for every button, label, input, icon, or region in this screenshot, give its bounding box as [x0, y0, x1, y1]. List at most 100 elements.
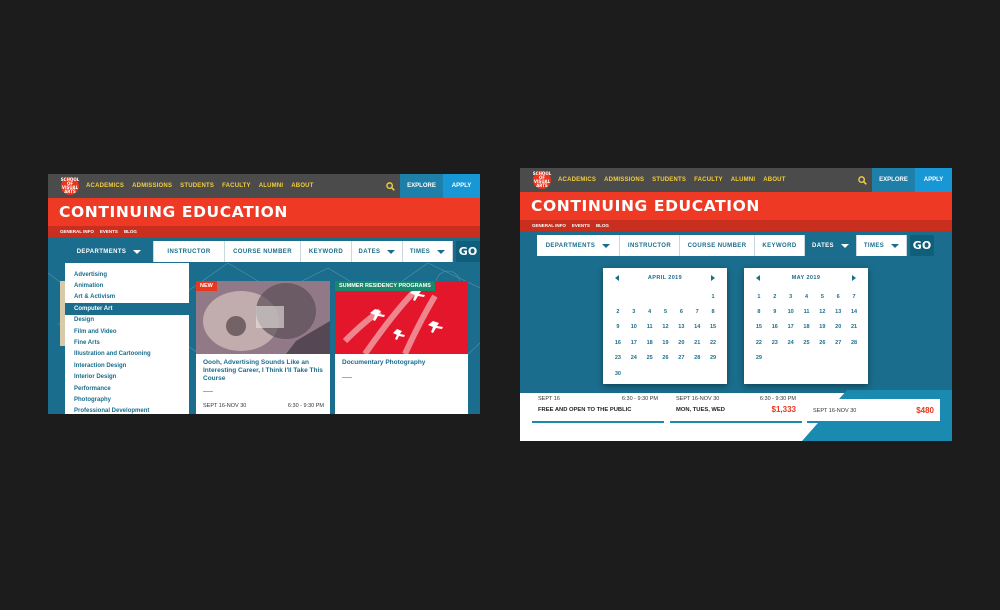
course-card[interactable]: SEPT 16 6:30 - 9:30 PM FREE AND OPEN TO … — [532, 393, 664, 423]
menu-item-film-video[interactable]: Film and Video — [65, 326, 189, 337]
calendar-day[interactable]: 13 — [673, 320, 689, 335]
calendar-day[interactable]: 2 — [610, 304, 626, 319]
calendar-day[interactable]: 7 — [689, 304, 705, 319]
calendar-day[interactable]: 21 — [689, 335, 705, 350]
nav-students[interactable]: STUDENTS — [180, 183, 214, 189]
calendar-day[interactable]: 23 — [610, 351, 626, 366]
calendar-day[interactable]: 2 — [767, 289, 783, 304]
subnav-events[interactable]: EVENTS — [572, 223, 590, 228]
calendar-day[interactable]: 20 — [830, 320, 846, 335]
calendar-day[interactable]: 16 — [767, 320, 783, 335]
filter-dates[interactable]: DATES — [805, 235, 857, 256]
calendar-day[interactable]: 3 — [783, 289, 799, 304]
filter-keyword[interactable]: KEYWORD — [301, 241, 352, 262]
filter-instructor[interactable]: INSTRUCTOR — [154, 241, 225, 262]
calendar-day[interactable]: 8 — [705, 304, 721, 319]
menu-item-advertising[interactable]: Advertising — [65, 269, 189, 280]
explore-button[interactable]: EXPLORE — [400, 174, 443, 198]
prev-month-icon[interactable] — [756, 274, 760, 281]
calendar-day[interactable]: 3 — [626, 304, 642, 319]
calendar-day[interactable]: 21 — [846, 320, 862, 335]
calendar-day[interactable]: 27 — [830, 335, 846, 350]
menu-item-animation[interactable]: Animation — [65, 280, 189, 291]
calendar-day[interactable]: 16 — [610, 335, 626, 350]
filter-departments[interactable]: DEPARTMENTS — [65, 241, 154, 262]
calendar-day[interactable]: 6 — [673, 304, 689, 319]
calendar-day[interactable]: 22 — [705, 335, 721, 350]
prev-month-icon[interactable] — [615, 274, 619, 281]
calendar-day[interactable]: 5 — [658, 304, 674, 319]
calendar-day[interactable]: 28 — [846, 335, 862, 350]
calendar-day[interactable]: 17 — [626, 335, 642, 350]
nav-faculty[interactable]: FACULTY — [694, 177, 723, 183]
logo[interactable]: SCHOOL OF VISUAL ARTS — [533, 171, 551, 189]
calendar-day[interactable]: 18 — [642, 335, 658, 350]
nav-alumni[interactable]: ALUMNI — [259, 183, 284, 189]
filter-keyword[interactable]: KEYWORD — [755, 235, 805, 256]
calendar-day[interactable]: 10 — [783, 304, 799, 319]
calendar-day[interactable]: 19 — [814, 320, 830, 335]
course-card[interactable]: NEW Oooh, Advertising Sounds Like an Int… — [196, 281, 330, 414]
calendar-day[interactable]: 9 — [610, 320, 626, 335]
calendar-day[interactable]: 25 — [799, 335, 815, 350]
course-title[interactable]: Documentary Photography — [342, 359, 462, 367]
nav-admissions[interactable]: ADMISSIONS — [604, 177, 644, 183]
calendar-day[interactable]: 15 — [705, 320, 721, 335]
subnav-blog[interactable]: BLOG — [124, 229, 137, 234]
calendar-day[interactable]: 19 — [658, 335, 674, 350]
menu-item-interior-design[interactable]: Interior Design — [65, 372, 189, 383]
calendar-day[interactable]: 5 — [814, 289, 830, 304]
calendar-day[interactable]: 15 — [751, 320, 767, 335]
filter-times[interactable]: TIMES — [857, 235, 907, 256]
menu-item-design[interactable]: Design — [65, 315, 189, 326]
course-card[interactable]: SEPT 16-NOV 30 $480 — [807, 399, 940, 423]
filter-instructor[interactable]: INSTRUCTOR — [620, 235, 680, 256]
calendar-day[interactable]: 13 — [830, 304, 846, 319]
menu-item-performance[interactable]: Performance — [65, 383, 189, 394]
menu-item-computer-art[interactable]: Computer Art — [65, 303, 189, 315]
subnav-events[interactable]: EVENTS — [100, 229, 118, 234]
explore-button[interactable]: EXPLORE — [872, 168, 915, 192]
filter-times[interactable]: TIMES — [403, 241, 453, 262]
menu-item-illustration[interactable]: Illustration and Cartooning — [65, 349, 189, 360]
menu-item-professional-development[interactable]: Professional Development — [65, 406, 189, 414]
course-card[interactable]: SUMMER RESIDENCY PROGRAMS Documentary Ph… — [335, 281, 468, 414]
calendar-day[interactable]: 22 — [751, 335, 767, 350]
nav-students[interactable]: STUDENTS — [652, 177, 686, 183]
calendar-day[interactable]: 7 — [846, 289, 862, 304]
calendar-day[interactable]: 29 — [705, 351, 721, 366]
nav-academics[interactable]: ACADEMICS — [86, 183, 124, 189]
calendar-day[interactable]: 4 — [799, 289, 815, 304]
search-button[interactable] — [380, 174, 400, 198]
menu-item-fine-arts[interactable]: Fine Arts — [65, 337, 189, 348]
next-month-icon[interactable] — [710, 274, 715, 281]
calendar-day[interactable]: 12 — [814, 304, 830, 319]
calendar-day[interactable]: 8 — [751, 304, 767, 319]
apply-button[interactable]: APPLY — [443, 174, 480, 198]
subnav-blog[interactable]: BLOG — [596, 223, 609, 228]
calendar-day[interactable]: 24 — [626, 351, 642, 366]
search-button[interactable] — [852, 168, 872, 192]
calendar-day[interactable]: 29 — [751, 351, 767, 366]
calendar-day[interactable]: 4 — [642, 304, 658, 319]
calendar-day[interactable]: 9 — [767, 304, 783, 319]
calendar-day[interactable]: 26 — [658, 351, 674, 366]
menu-item-interaction-design[interactable]: Interaction Design — [65, 360, 189, 371]
calendar-day[interactable]: 11 — [799, 304, 815, 319]
filter-dates[interactable]: DATES — [352, 241, 403, 262]
menu-item-art-activism[interactable]: Art & Activism — [65, 292, 189, 303]
calendar-day[interactable]: 12 — [658, 320, 674, 335]
calendar-day[interactable]: 10 — [626, 320, 642, 335]
filter-departments[interactable]: DEPARTMENTS — [537, 235, 620, 256]
nav-academics[interactable]: ACADEMICS — [558, 177, 596, 183]
nav-admissions[interactable]: ADMISSIONS — [132, 183, 172, 189]
calendar-day[interactable]: 1 — [751, 289, 767, 304]
filter-course-number[interactable]: COURSE NUMBER — [680, 235, 755, 256]
menu-item-photography[interactable]: Photography — [65, 394, 189, 405]
filter-course-number[interactable]: COURSE NUMBER — [225, 241, 301, 262]
apply-button[interactable]: APPLY — [915, 168, 952, 192]
calendar-day[interactable]: 28 — [689, 351, 705, 366]
nav-faculty[interactable]: FACULTY — [222, 183, 251, 189]
subnav-general-info[interactable]: GENERAL INFO — [532, 223, 566, 228]
calendar-day[interactable]: 20 — [673, 335, 689, 350]
